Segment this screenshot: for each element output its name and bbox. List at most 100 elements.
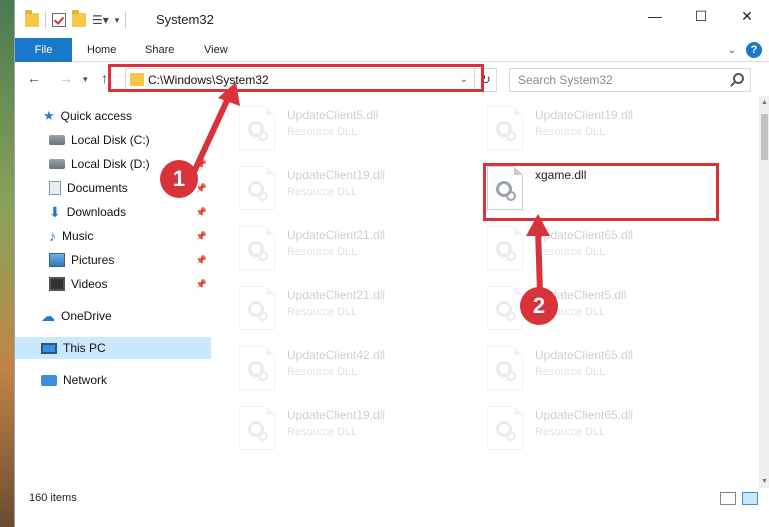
file-type: Resource DLL: [287, 246, 358, 258]
file-item[interactable]: UpdateClient21.dll Resource DLL: [239, 222, 469, 280]
sidebar-item-videos[interactable]: Videos 📌: [15, 273, 211, 295]
dll-file-icon: [239, 346, 275, 390]
window-title: System32: [156, 12, 214, 27]
expand-ribbon-icon[interactable]: ⌄: [728, 45, 736, 56]
sidebar-item-label: Documents: [67, 181, 128, 195]
help-icon[interactable]: ?: [746, 42, 762, 58]
dll-file-icon: [239, 406, 275, 450]
music-icon: ♪: [49, 228, 56, 244]
file-name: UpdateClient5.dll: [287, 108, 379, 122]
file-item[interactable]: UpdateClient65.dll Resource DLL: [487, 402, 717, 460]
recent-locations-icon[interactable]: ▾: [83, 74, 88, 85]
file-type: Resource DLL: [287, 426, 358, 438]
file-type: Resource DLL: [287, 306, 358, 318]
maximize-button[interactable]: ☐: [678, 0, 724, 32]
customize-icon[interactable]: ☰▾: [92, 13, 109, 27]
status-bar: 160 items: [15, 488, 769, 510]
pin-icon: 📌: [195, 230, 207, 241]
file-name: UpdateClient21.dll: [287, 228, 386, 242]
dll-file-icon: [487, 346, 523, 390]
file-item[interactable]: UpdateClient42.dll Resource DLL: [239, 342, 469, 400]
details-view-icon[interactable]: [720, 492, 736, 505]
new-folder-icon[interactable]: [72, 10, 86, 27]
file-list: UpdateClient5.dll Resource DLL UpdateCli…: [225, 96, 745, 490]
tab-home[interactable]: Home: [75, 38, 128, 62]
step-1-badge: 1: [160, 160, 198, 198]
file-name: UpdateClient65.dll: [535, 408, 634, 422]
toolbar-divider: [45, 12, 46, 28]
sidebar-item-label: Videos: [71, 277, 108, 291]
sidebar-item-pictures[interactable]: Pictures 📌: [15, 249, 211, 271]
sidebar-item-music[interactable]: ♪ Music 📌: [15, 225, 211, 247]
toolbar-divider: [125, 12, 127, 28]
sidebar-item-label: Network: [63, 373, 108, 387]
properties-icon[interactable]: [52, 13, 66, 27]
file-type: Resource DLL: [287, 366, 358, 378]
vertical-scrollbar[interactable]: ▲ ▼: [759, 96, 769, 490]
item-count: 160 items: [29, 492, 77, 504]
file-type: Resource DLL: [287, 186, 358, 198]
cloud-icon: ☁: [41, 307, 55, 324]
tab-share[interactable]: Share: [133, 38, 186, 62]
search-input[interactable]: Search System32: [509, 68, 751, 92]
quick-access-toolbar: ☰▾ ▾: [25, 10, 127, 28]
tab-file[interactable]: File: [15, 38, 72, 62]
file-name: UpdateClient65.dll: [535, 348, 634, 362]
desktop-background-left: [0, 0, 14, 527]
pictures-icon: [49, 253, 65, 267]
step-2-badge: 2: [520, 287, 558, 325]
scroll-down-icon[interactable]: ▼: [761, 478, 768, 485]
folder-icon[interactable]: [25, 10, 39, 27]
dll-file-icon: [487, 406, 523, 450]
scrollbar-thumb[interactable]: [761, 114, 768, 160]
pin-icon: 📌: [195, 278, 207, 289]
scroll-up-icon[interactable]: ▲: [761, 99, 768, 106]
up-icon[interactable]: ↑: [101, 70, 108, 86]
back-icon[interactable]: ←: [27, 70, 41, 86]
minimize-button[interactable]: —: [632, 0, 678, 32]
file-item[interactable]: UpdateClient5.dll Resource DLL: [239, 102, 469, 160]
file-type: Resource DLL: [535, 126, 606, 138]
file-name: UpdateClient19.dll: [535, 108, 634, 122]
close-button[interactable]: ✕: [724, 0, 769, 32]
download-icon: ⬇: [49, 203, 61, 220]
sidebar-item-label: Quick access: [60, 109, 133, 123]
document-icon: [49, 181, 61, 195]
sidebar-item-this-pc[interactable]: This PC: [15, 337, 211, 359]
videos-icon: [49, 277, 65, 291]
dll-file-icon: [239, 286, 275, 330]
dll-file-icon: [487, 106, 523, 150]
file-type: Resource DLL: [535, 426, 606, 438]
file-item[interactable]: UpdateClient19.dll Resource DLL: [239, 402, 469, 460]
file-name: UpdateClient19.dll: [287, 408, 386, 422]
pin-icon: 📌: [195, 254, 207, 265]
file-type: Resource DLL: [535, 366, 606, 378]
tiles-view-icon[interactable]: [742, 492, 758, 505]
file-item[interactable]: UpdateClient21.dll Resource DLL: [239, 282, 469, 340]
address-bar-highlight: [108, 64, 484, 92]
sidebar-item-onedrive[interactable]: ☁ OneDrive: [15, 305, 211, 327]
disk-icon: [49, 159, 65, 169]
search-icon[interactable]: [733, 73, 744, 84]
chevron-down-icon[interactable]: ▾: [115, 15, 120, 26]
file-item[interactable]: UpdateClient19.dll Resource DLL: [487, 102, 717, 160]
file-name: UpdateClient42.dll: [287, 348, 386, 362]
sidebar-item-label: OneDrive: [61, 309, 112, 323]
dll-file-icon: [239, 226, 275, 270]
computer-icon: [41, 342, 57, 354]
sidebar-item-network[interactable]: Network: [15, 369, 211, 391]
sidebar-item-label: Music: [62, 229, 94, 243]
file-item[interactable]: UpdateClient19.dll Resource DLL: [239, 162, 469, 220]
sidebar-item-downloads[interactable]: ⬇ Downloads 📌: [15, 201, 211, 223]
star-icon: ★: [43, 108, 55, 123]
sidebar-item-label: Downloads: [66, 205, 127, 219]
window-controls: — ☐ ✕: [632, 0, 769, 32]
forward-icon[interactable]: →: [59, 70, 73, 86]
pin-icon: 📌: [195, 206, 207, 217]
sidebar-item-label: This PC: [63, 341, 106, 355]
file-item[interactable]: UpdateClient65.dll Resource DLL: [487, 342, 717, 400]
view-toggle: [720, 492, 758, 505]
sidebar-item-label: Local Disk (C:): [71, 133, 150, 147]
file-type: Resource DLL: [287, 126, 358, 138]
tab-view[interactable]: View: [192, 38, 240, 62]
